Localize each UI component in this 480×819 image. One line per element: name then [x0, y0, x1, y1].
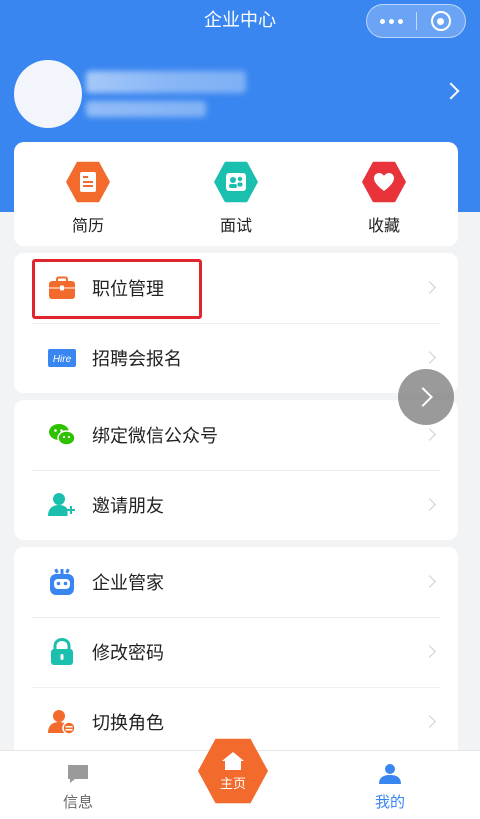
- tab-messages[interactable]: 信息: [18, 751, 138, 819]
- menu-item-bind-wechat[interactable]: 绑定微信公众号: [14, 400, 458, 470]
- chevron-right-icon: [423, 498, 436, 511]
- quick-label-resume: 简历: [71, 216, 104, 235]
- profile-section[interactable]: [0, 55, 480, 135]
- wechat-icon: [48, 421, 76, 449]
- svg-text:Hire: Hire: [53, 354, 72, 365]
- menu-label: 绑定微信公众号: [92, 426, 218, 447]
- more-options-button[interactable]: [367, 18, 416, 24]
- quick-label-interview: 面试: [219, 216, 252, 235]
- dot-icon: [398, 18, 403, 24]
- blurred-company-name: [86, 71, 246, 93]
- dot-icon: [389, 18, 394, 24]
- chevron-right-icon: [423, 645, 436, 658]
- chevron-right-icon: [423, 715, 436, 728]
- menu-label: 修改密码: [92, 643, 164, 664]
- quick-item-interview[interactable]: 面试: [162, 142, 310, 246]
- target-icon: [430, 11, 451, 31]
- switch-role-icon: [48, 708, 76, 736]
- quick-item-favorites[interactable]: 收藏: [310, 142, 458, 246]
- add-friend-icon: [48, 491, 76, 519]
- chevron-right-icon: [423, 575, 436, 588]
- quick-actions-card: 简历 面试 收藏: [14, 142, 458, 246]
- quick-label-favorites: 收藏: [367, 216, 400, 235]
- tab-label-home: 主页: [219, 776, 246, 792]
- avatar[interactable]: [14, 60, 82, 128]
- menu-item-invite-friends[interactable]: 邀请朋友: [14, 470, 458, 540]
- menu-item-enterprise-butler[interactable]: 企业管家: [14, 547, 458, 617]
- heart-icon: [362, 161, 406, 203]
- blurred-company-info: [86, 101, 206, 117]
- menu-group-account: 企业管家 修改密码 切换角色: [14, 547, 458, 757]
- chevron-right-icon: [423, 281, 436, 294]
- lock-icon: [48, 638, 76, 666]
- menu-label: 招聘会报名: [92, 349, 182, 370]
- close-mini-program-button[interactable]: [417, 11, 465, 31]
- resume-icon: [66, 161, 110, 203]
- home-icon: [222, 751, 244, 770]
- floating-next-button[interactable]: [398, 369, 454, 425]
- chevron-right-icon: [442, 82, 460, 100]
- dot-icon: [380, 18, 385, 24]
- chevron-right-icon: [423, 351, 436, 364]
- menu-label: 邀请朋友: [92, 496, 164, 517]
- menu-item-job-fair-signup[interactable]: Hire 招聘会报名: [14, 323, 458, 393]
- user-icon: [379, 764, 401, 784]
- robot-icon: [48, 568, 76, 596]
- menu-group-social: 绑定微信公众号 邀请朋友: [14, 400, 458, 540]
- tab-mine[interactable]: 我的: [330, 751, 450, 819]
- hire-icon: Hire: [48, 344, 76, 372]
- tab-label-messages: 信息: [62, 793, 93, 811]
- chevron-right-icon: [423, 428, 436, 441]
- menu-label: 企业管家: [92, 573, 164, 594]
- mini-program-capsule: [366, 4, 466, 38]
- chevron-right-icon: [413, 387, 433, 407]
- interview-icon: [214, 161, 258, 203]
- quick-item-resume[interactable]: 简历: [14, 142, 162, 246]
- tab-label-mine: 我的: [374, 793, 405, 811]
- menu-item-change-password[interactable]: 修改密码: [14, 617, 458, 687]
- menu-label: 切换角色: [92, 713, 164, 734]
- highlight-box: [32, 259, 202, 319]
- message-icon: [68, 765, 88, 783]
